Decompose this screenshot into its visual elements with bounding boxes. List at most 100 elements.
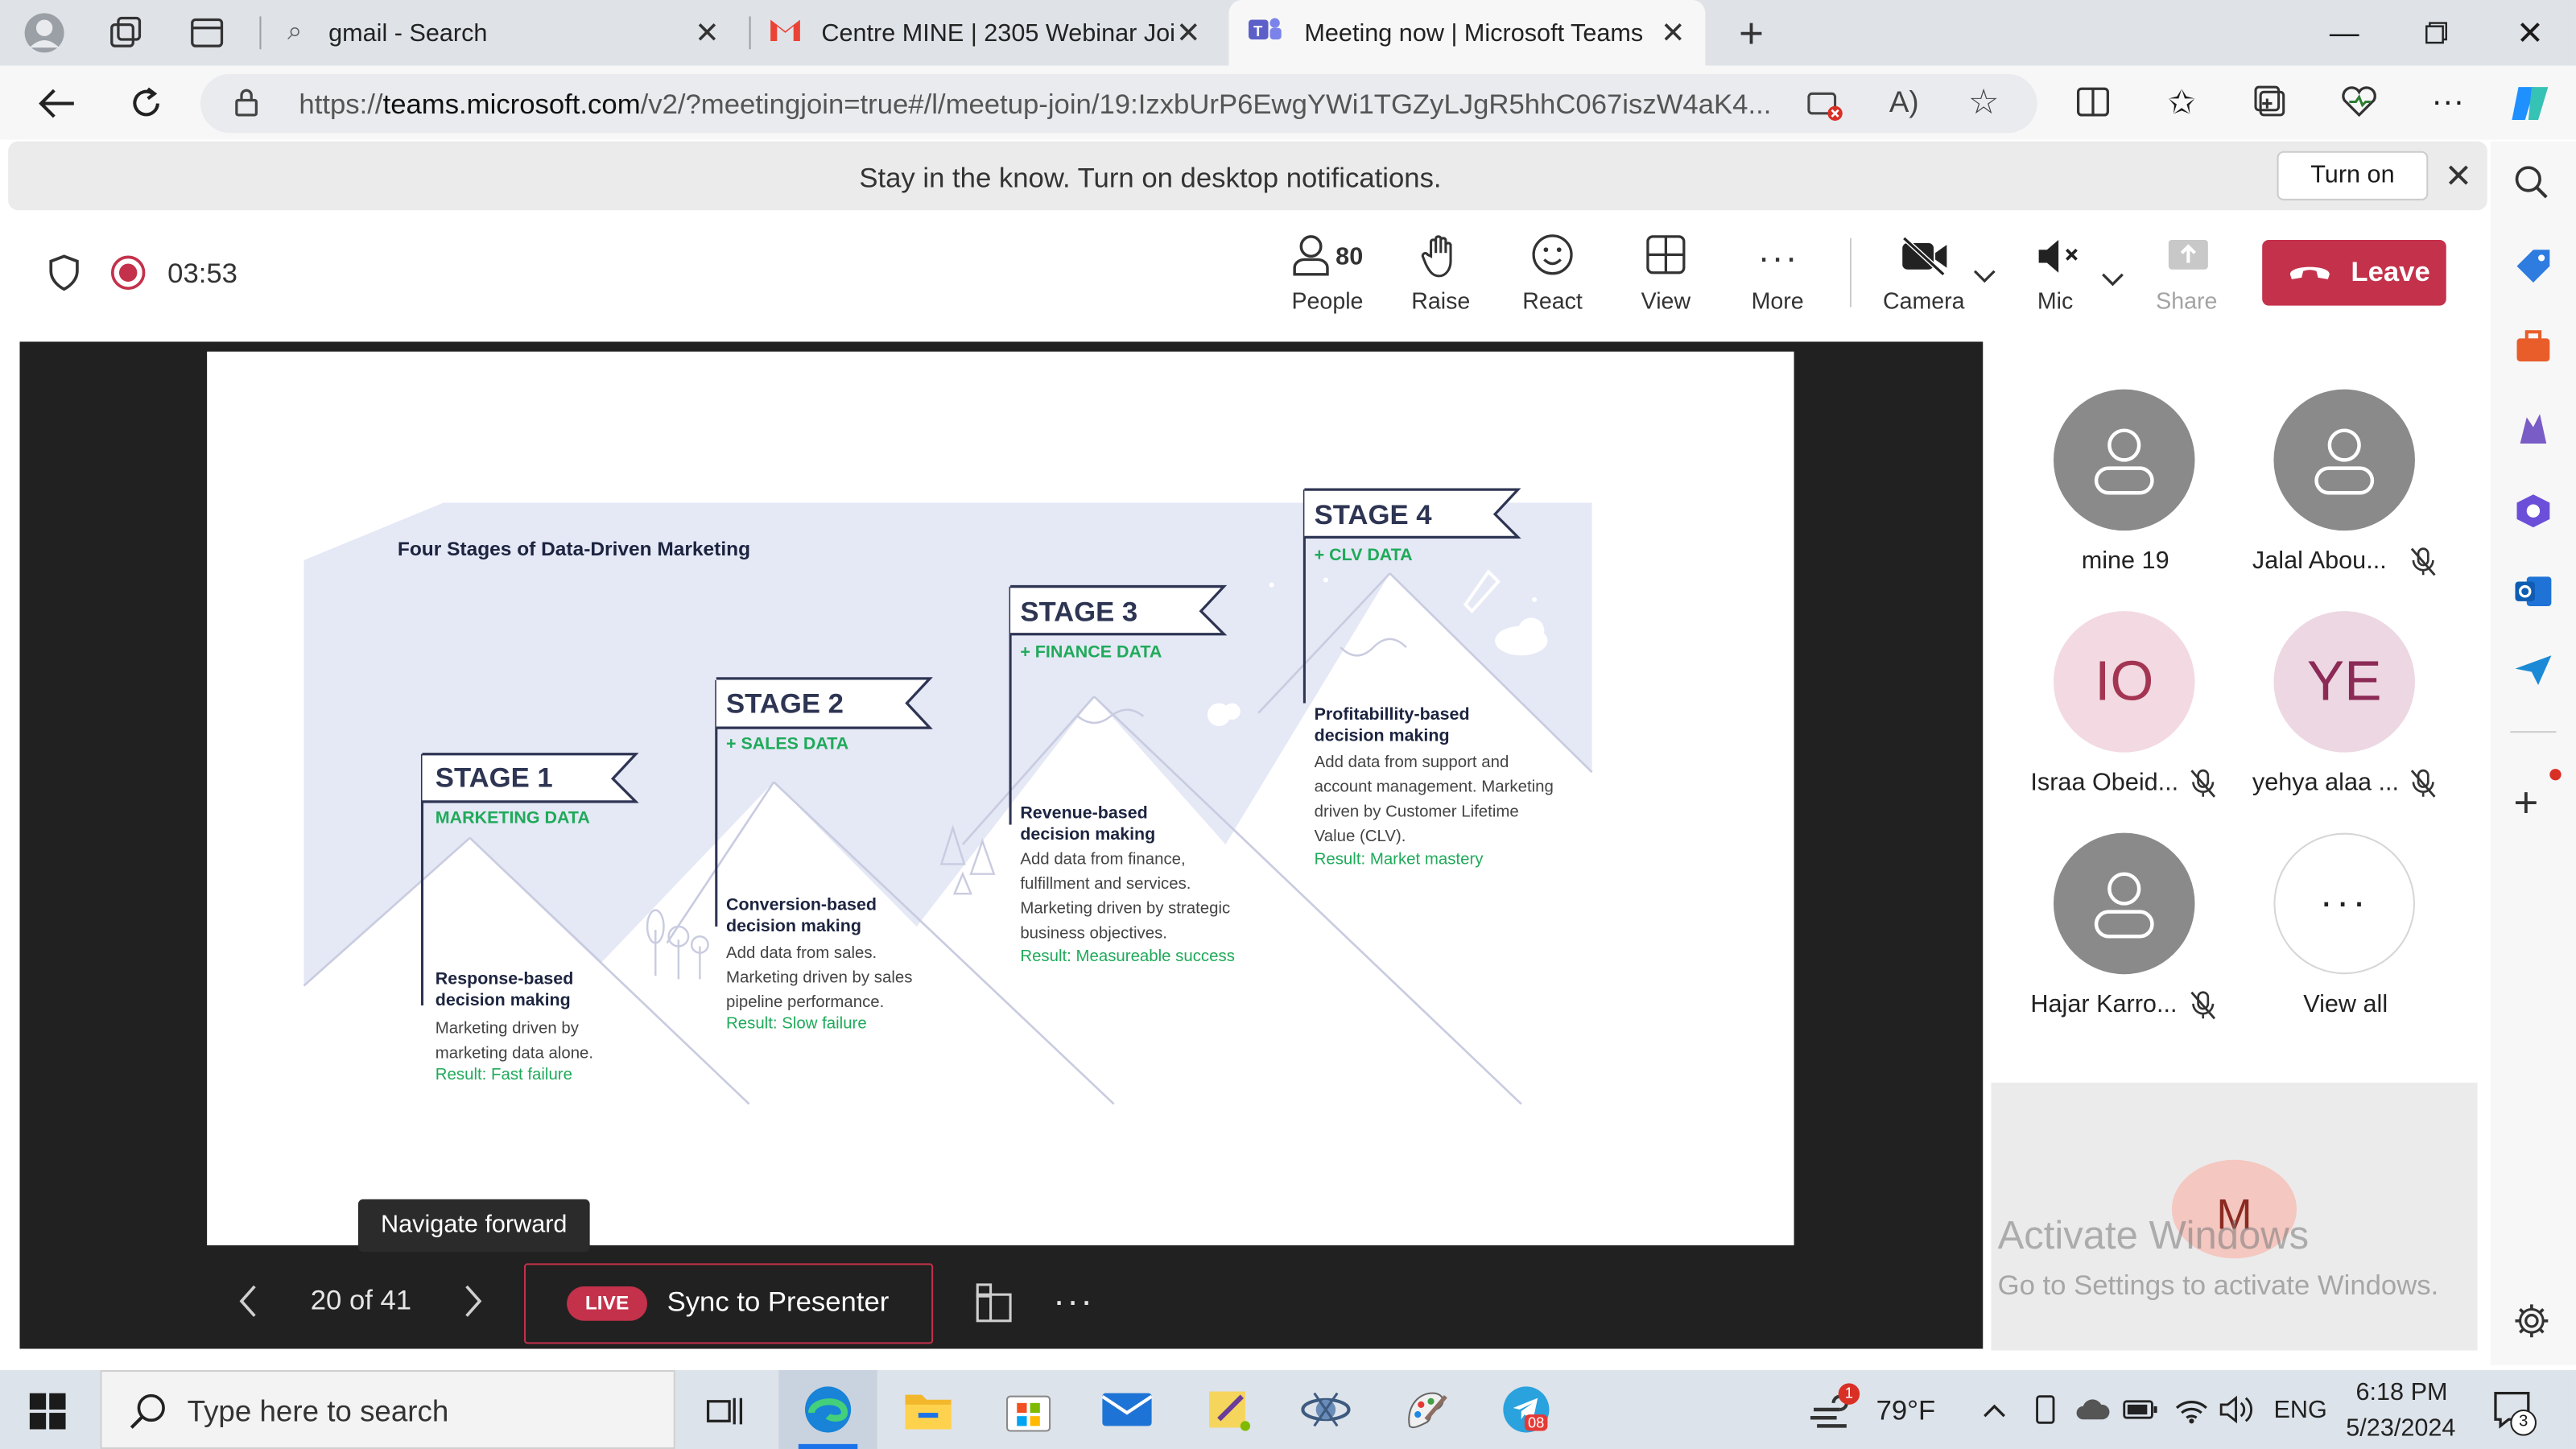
mic-muted-icon xyxy=(2410,547,2437,585)
outlook-icon[interactable] xyxy=(2513,572,2553,619)
camera-options-chevron-icon[interactable] xyxy=(1973,263,1996,293)
svg-text:T: T xyxy=(1253,23,1263,39)
close-tab-icon[interactable]: ✕ xyxy=(1176,15,1201,50)
browser-essentials-icon[interactable] xyxy=(2336,79,2382,125)
tools-briefcase-icon[interactable] xyxy=(2513,328,2553,373)
sidebar-settings-gear-icon[interactable] xyxy=(2513,1302,2549,1347)
url-field[interactable]: https://teams.microsoft.com/v2/?meetingj… xyxy=(200,73,2037,134)
close-tab-icon[interactable]: ✕ xyxy=(695,15,720,50)
mic-label: Mic xyxy=(2037,287,2074,314)
favorite-star-icon[interactable]: ☆ xyxy=(1968,82,1999,123)
new-tab-icon[interactable]: + xyxy=(1728,7,1774,56)
tab-title: Centre MINE | 2305 Webinar Join xyxy=(821,19,1175,47)
wifi-icon[interactable] xyxy=(2174,1395,2210,1433)
shield-icon[interactable] xyxy=(47,254,80,299)
slide-page-counter: 20 of 41 xyxy=(310,1284,412,1316)
back-arrow-icon[interactable] xyxy=(33,79,82,128)
stage4-heading: Profitabillity-based decision making xyxy=(1314,704,1470,746)
read-aloud-icon[interactable]: A) xyxy=(1889,85,1919,120)
search-icon xyxy=(128,1392,167,1439)
split-screen-icon[interactable] xyxy=(2070,79,2116,125)
file-explorer-icon[interactable] xyxy=(903,1386,952,1440)
activate-windows-subtitle: Go to Settings to activate Windows. xyxy=(1997,1269,2439,1302)
tab-teams-meeting[interactable]: T Meeting now | Microsoft Teams ✕ xyxy=(1228,0,1706,66)
shopping-tag-icon[interactable] xyxy=(2513,246,2553,291)
presenter-more-icon[interactable]: ··· xyxy=(1053,1280,1094,1323)
edge-sidebar: + xyxy=(2490,141,2576,1365)
people-icon xyxy=(1291,233,1331,281)
show-hidden-icons-chevron-icon[interactable] xyxy=(1983,1398,2006,1428)
settings-more-icon[interactable]: ··· xyxy=(2425,79,2471,125)
microsoft-365-icon[interactable] xyxy=(2513,493,2553,537)
participant-name: mine 19 xyxy=(2081,547,2169,576)
clock-date[interactable]: 5/23/2024 xyxy=(2346,1414,2455,1443)
task-view-icon[interactable] xyxy=(706,1393,743,1438)
device-icon[interactable] xyxy=(2032,1395,2058,1433)
mail-icon[interactable] xyxy=(1100,1390,1153,1438)
close-banner-icon[interactable]: ✕ xyxy=(2445,156,2472,197)
copilot-icon[interactable] xyxy=(2504,76,2559,131)
address-bar-row: https://teams.microsoft.com/v2/?meetingj… xyxy=(0,65,2576,140)
games-icon[interactable] xyxy=(2513,411,2553,455)
stage1-data: MARKETING DATA xyxy=(435,808,590,828)
telegram-icon[interactable] xyxy=(1501,1385,1550,1442)
notification-dot xyxy=(2549,769,2562,781)
edge-taskbar-icon[interactable] xyxy=(778,1370,877,1449)
satellite-app-icon[interactable] xyxy=(1301,1386,1351,1440)
sync-to-presenter-button[interactable]: LIVE Sync to Presenter xyxy=(524,1263,934,1344)
next-slide-chevron-icon[interactable] xyxy=(461,1283,485,1327)
previous-slide-chevron-icon[interactable] xyxy=(237,1283,260,1327)
paint-icon[interactable] xyxy=(1403,1386,1449,1440)
close-tab-icon[interactable]: ✕ xyxy=(1661,15,1686,50)
stage2-description: Add data from sales. Marketing driven by … xyxy=(726,944,913,1013)
sticky-notes-icon[interactable] xyxy=(1206,1386,1252,1440)
participant-name: Israa Obeid... xyxy=(2030,769,2179,797)
taskbar-search-box[interactable]: Type here to search xyxy=(100,1370,675,1449)
notification-count-badge: 3 xyxy=(2510,1410,2537,1436)
volume-icon[interactable] xyxy=(2219,1395,2256,1433)
windows-start-icon[interactable] xyxy=(29,1393,66,1438)
leave-button[interactable]: Leave xyxy=(2262,239,2446,306)
search-icon[interactable] xyxy=(2513,164,2549,208)
stage4-result: Result: Market mastery xyxy=(1314,851,1484,869)
person-icon xyxy=(2094,872,2154,939)
tab-centre-mine[interactable]: Centre MINE | 2305 Webinar Join ✕ xyxy=(753,0,1221,66)
input-language[interactable]: ENG xyxy=(2273,1397,2326,1425)
tab-gmail-search[interactable]: ⌕ gmail - Search ✕ xyxy=(271,0,740,66)
participant-avatar-israa[interactable]: IO xyxy=(2054,611,2195,753)
restore-icon[interactable] xyxy=(2412,10,2461,56)
collections-icon[interactable] xyxy=(2248,79,2293,125)
vertical-tabs-icon[interactable] xyxy=(184,10,230,56)
camera-blocked-icon[interactable] xyxy=(1807,89,1843,130)
drop-send-icon[interactable] xyxy=(2513,654,2553,695)
telegram-unread-badge: 08 xyxy=(1524,1414,1548,1431)
rail-divider xyxy=(2510,731,2557,733)
more-dots-icon: ··· xyxy=(1757,236,1799,278)
minimize-icon[interactable]: — xyxy=(2320,10,2369,56)
mic-muted-icon xyxy=(2410,769,2437,807)
battery-icon[interactable] xyxy=(2123,1398,2159,1430)
mic-options-chevron-icon[interactable] xyxy=(2101,266,2124,296)
workspaces-icon[interactable] xyxy=(102,10,148,56)
stage1-description: Marketing driven by marketing data alone. xyxy=(435,1020,594,1063)
view-all-button[interactable]: ··· xyxy=(2273,832,2415,975)
participant-avatar-yehya[interactable]: YE xyxy=(2273,611,2415,753)
participant-avatar-hajar[interactable] xyxy=(2054,832,2195,975)
participant-avatar-jalal[interactable] xyxy=(2273,389,2415,531)
profile-icon[interactable] xyxy=(19,10,68,56)
clock-time[interactable]: 6:18 PM xyxy=(2356,1378,2448,1406)
microsoft-store-icon[interactable] xyxy=(1005,1386,1051,1440)
toolbar-divider xyxy=(1849,237,1852,308)
react-label: React xyxy=(1522,287,1583,314)
turn-on-button[interactable]: Turn on xyxy=(2277,151,2429,200)
cloud-sync-icon[interactable] xyxy=(2075,1397,2112,1431)
favorites-icon[interactable]: ✩ xyxy=(2159,79,2205,125)
slide-layout-icon[interactable] xyxy=(974,1282,1013,1332)
refresh-icon[interactable] xyxy=(122,79,171,128)
slide-graphic xyxy=(303,488,1593,1108)
view-label: View xyxy=(1641,287,1691,314)
close-window-icon[interactable]: ✕ xyxy=(2505,10,2554,56)
participant-avatar-mine[interactable] xyxy=(2054,389,2195,531)
phone-hangup-icon xyxy=(2289,259,2331,291)
add-sidebar-app-icon[interactable]: + xyxy=(2513,777,2538,828)
